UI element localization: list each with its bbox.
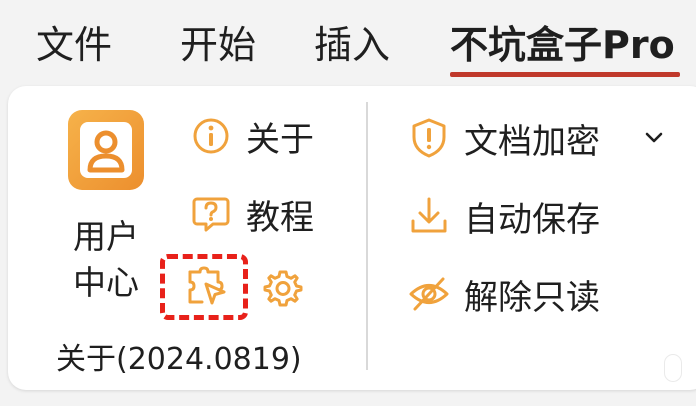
help-bubble-icon [190, 193, 232, 235]
about-button[interactable]: 关于 [190, 112, 314, 160]
doc-encrypt-button[interactable]: 文档加密 [408, 114, 600, 162]
user-center-label: 用户 中心 [73, 217, 139, 302]
about-label: 关于 [246, 119, 314, 160]
eye-off-icon [408, 273, 450, 315]
auto-save-label: 自动保存 [464, 199, 600, 240]
doc-encrypt-label: 文档加密 [464, 121, 600, 162]
info-icon [190, 115, 232, 157]
tab-insert[interactable]: 插入 [314, 18, 390, 72]
remove-readonly-button[interactable]: 解除只读 [408, 270, 600, 318]
remove-readonly-label: 解除只读 [464, 277, 600, 318]
user-profile-icon [68, 110, 144, 190]
app-root: 文件 开始 插入 不坑盒子Pro 用户 中心 关于 教程 关于(2024.081… [0, 0, 696, 406]
user-center-button[interactable]: 用户 中心 [56, 108, 156, 308]
tab-bukeng-box-pro[interactable]: 不坑盒子Pro [450, 18, 675, 72]
tutorial-label: 教程 [246, 197, 314, 238]
scroll-indicator [664, 354, 682, 382]
about-group-label: 关于(2024.0819) [56, 342, 302, 377]
active-tab-indicator [450, 72, 680, 77]
chevron-down-icon[interactable] [640, 124, 668, 152]
plugin-cursor-icon[interactable] [184, 266, 228, 308]
shield-alert-icon [408, 117, 450, 159]
tab-file[interactable]: 文件 [36, 18, 112, 72]
tab-home[interactable]: 开始 [180, 18, 256, 72]
tutorial-button[interactable]: 教程 [190, 190, 314, 238]
download-icon [408, 195, 450, 237]
group-divider [366, 102, 368, 370]
gear-icon[interactable] [263, 268, 303, 308]
auto-save-button[interactable]: 自动保存 [408, 192, 600, 240]
